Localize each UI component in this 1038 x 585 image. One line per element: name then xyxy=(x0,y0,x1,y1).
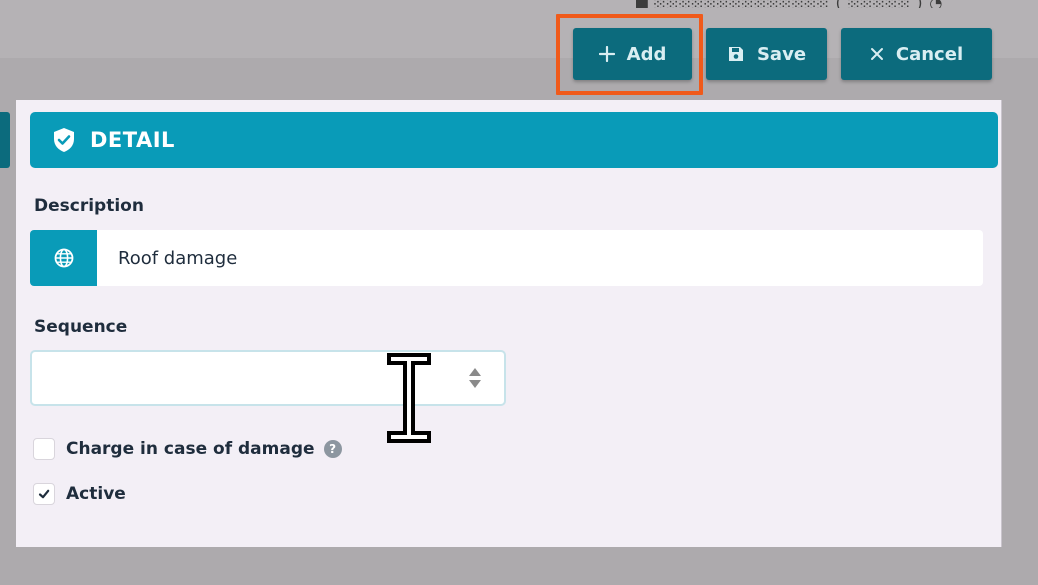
description-label: Description xyxy=(34,196,144,216)
language-button[interactable] xyxy=(30,230,97,286)
description-input[interactable] xyxy=(97,230,983,286)
panel-header: DETAIL xyxy=(30,112,998,168)
spinner-arrows-icon[interactable] xyxy=(466,365,484,391)
cancel-button-label: Cancel xyxy=(895,43,964,65)
save-button-label: Save xyxy=(756,43,807,65)
sequence-label: Sequence xyxy=(34,317,128,337)
toolbar: Add Save Cancel xyxy=(0,28,1038,80)
detail-panel: DETAIL Description Sequence Charge in ca… xyxy=(16,100,1002,547)
text-cursor-icon xyxy=(387,353,431,443)
active-row: Active xyxy=(33,483,126,505)
active-label: Active xyxy=(66,484,126,504)
charge-row: Charge in case of damage ? xyxy=(33,438,342,460)
close-icon xyxy=(870,48,883,60)
floppy-disk-icon xyxy=(728,47,743,61)
add-button-highlight xyxy=(556,14,703,95)
save-button[interactable]: Save xyxy=(706,28,827,80)
charge-label: Charge in case of damage xyxy=(66,439,315,459)
active-checkbox[interactable] xyxy=(33,483,55,505)
help-icon[interactable]: ? xyxy=(323,440,342,458)
shield-check-icon xyxy=(54,128,74,152)
charge-checkbox[interactable] xyxy=(33,438,55,460)
cancel-button[interactable]: Cancel xyxy=(841,28,992,80)
sequence-field xyxy=(30,350,506,406)
top-clipped-text: ▆ ░░░░░░░░░░░░░░ ( ░░░░░ ) ◔ xyxy=(636,0,943,8)
checkmark-icon xyxy=(38,489,50,499)
panel-title: DETAIL xyxy=(90,128,175,152)
globe-icon xyxy=(54,248,73,268)
description-field xyxy=(30,230,983,286)
side-tab[interactable] xyxy=(0,112,10,168)
